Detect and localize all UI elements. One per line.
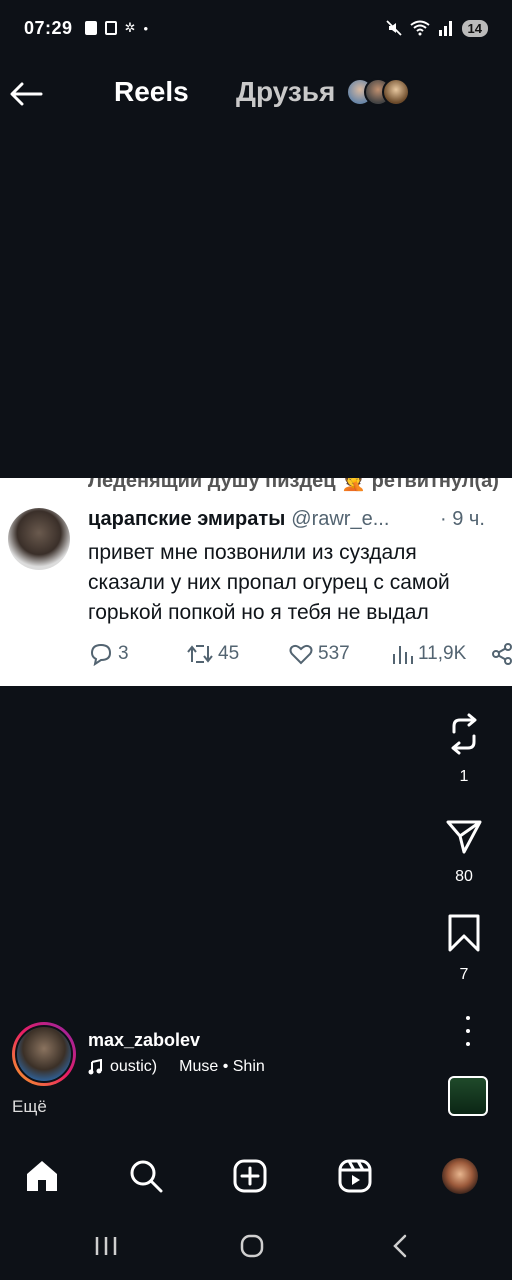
- views-count: 11,9K: [418, 643, 467, 664]
- share-count: 80: [455, 868, 473, 885]
- home-circle-icon: [240, 1234, 264, 1258]
- tweet-actions: 3 45 537 11,9K: [88, 642, 512, 670]
- friend-avatars[interactable]: [346, 78, 410, 106]
- paper-plane-icon: [446, 820, 482, 854]
- bottom-nav: [0, 1140, 512, 1212]
- retweet-icon: [187, 645, 213, 663]
- reels-header: Reels Друзья: [0, 60, 512, 126]
- battery-indicator: 14: [461, 19, 488, 37]
- retweets-count: 45: [218, 643, 240, 664]
- nav-home[interactable]: [20, 1154, 64, 1198]
- likes-count: 537: [318, 643, 350, 664]
- save-count: 7: [459, 966, 469, 983]
- tweet-likes: 537: [288, 642, 350, 666]
- bookmark-icon: [448, 914, 480, 952]
- audio-thumbnail[interactable]: [448, 1076, 488, 1116]
- nav-create[interactable]: [228, 1154, 272, 1198]
- tweet-views: 11,9K: [390, 642, 466, 666]
- status-time: 07:29: [24, 17, 73, 38]
- home-icon: [27, 1161, 57, 1191]
- retweet-label: Леденящий душу пиздец 🤦 ретвитнул(а): [88, 478, 499, 492]
- tweet-handle: @rawr_e...: [291, 508, 390, 530]
- music-row[interactable]: oustic) Muse • Shin: [88, 1058, 284, 1076]
- repost-button[interactable]: 1: [436, 712, 492, 786]
- friend-avatar: [382, 78, 410, 106]
- status-bar: 07:29 ✲ • 14: [0, 0, 512, 56]
- tweet-author: царапские эмираты @rawr_e...: [88, 508, 389, 531]
- tweet-display-name: царапские эмираты: [88, 508, 286, 530]
- mute-icon: [385, 20, 402, 36]
- alert-icon: [84, 21, 97, 35]
- reels-icon: [338, 1159, 372, 1193]
- signal-icon: [438, 21, 452, 36]
- more-link[interactable]: Ещё: [12, 1097, 47, 1117]
- home-system-button[interactable]: [230, 1230, 274, 1262]
- tweet-text: привет мне позвонили из суздаля сказали …: [88, 541, 450, 624]
- arrow-left-icon: [10, 82, 43, 106]
- tab-reels[interactable]: Reels: [114, 76, 189, 108]
- system-nav: [0, 1212, 512, 1280]
- wifi-icon: [409, 20, 430, 36]
- reply-icon: [90, 643, 112, 666]
- share-icon: [492, 643, 512, 665]
- back-button[interactable]: [6, 74, 46, 114]
- nav-search[interactable]: [124, 1154, 168, 1198]
- tweet-time: · 9 ч.: [440, 508, 485, 530]
- repost-count: 1: [459, 768, 469, 785]
- tweet-retweets: 45: [186, 642, 239, 666]
- spark-icon: ✲: [124, 20, 136, 35]
- music-note-icon: [88, 1059, 102, 1075]
- author-username[interactable]: max_zabolev: [88, 1030, 200, 1051]
- heart-icon: [289, 644, 313, 665]
- tweet-replies: 3: [88, 642, 129, 666]
- nav-reels[interactable]: [333, 1154, 377, 1198]
- author-avatar[interactable]: [12, 1022, 76, 1086]
- more-options-icon[interactable]: [458, 1016, 478, 1046]
- share-button[interactable]: 80: [436, 816, 492, 886]
- status-left-icons: ✲ •: [84, 20, 149, 36]
- status-right: 14: [385, 19, 488, 37]
- back-system-button[interactable]: [378, 1230, 422, 1262]
- tweet-card: Леденящий душу пиздец 🤦 ретвитнул(а) цар…: [0, 478, 512, 686]
- recent-apps-button[interactable]: [84, 1230, 128, 1262]
- tab-friends[interactable]: Друзья: [236, 76, 335, 108]
- nav-profile[interactable]: [438, 1154, 482, 1198]
- replies-count: 3: [118, 643, 129, 664]
- tweet-share: [490, 642, 512, 666]
- repost-icon: [451, 713, 477, 755]
- music-title: oustic): [110, 1058, 158, 1075]
- dot-icon: •: [143, 20, 149, 36]
- chevron-left-icon: [393, 1234, 407, 1258]
- music-artist: Muse • Shin: [179, 1058, 265, 1075]
- check-box-icon: [104, 21, 117, 35]
- search-icon: [130, 1160, 163, 1193]
- recents-icon: [95, 1237, 117, 1255]
- views-icon: [393, 646, 413, 664]
- tweet-avatar: [8, 508, 70, 570]
- profile-avatar: [442, 1158, 478, 1194]
- save-button[interactable]: 7: [436, 912, 492, 984]
- add-post-icon: [233, 1159, 267, 1193]
